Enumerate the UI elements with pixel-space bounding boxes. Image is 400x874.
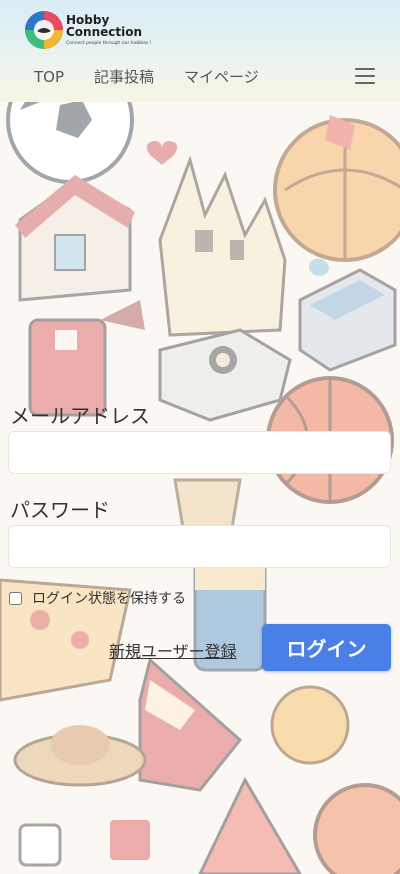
- nav-post-article[interactable]: 記事投稿: [94, 66, 154, 87]
- nav-top[interactable]: TOP: [34, 68, 64, 86]
- logo-mark-icon: [25, 11, 63, 49]
- password-field[interactable]: [8, 525, 391, 568]
- hamburger-menu-icon[interactable]: [355, 68, 375, 84]
- register-link[interactable]: 新規ユーザー登録: [109, 638, 237, 662]
- email-label: メールアドレス: [10, 404, 150, 428]
- main-nav: TOP 記事投稿 マイページ: [34, 66, 289, 87]
- remember-me-checkbox[interactable]: [9, 591, 22, 605]
- login-button[interactable]: ログイン: [262, 624, 391, 671]
- site-logo[interactable]: Hobby Connection Connect people through …: [24, 9, 152, 51]
- logo-tagline: Connect people through our hobbies !: [66, 41, 152, 46]
- email-field[interactable]: [8, 431, 391, 474]
- password-label: パスワード: [10, 498, 110, 522]
- remember-me-label: ログイン状態を保持する: [32, 591, 186, 607]
- site-header: Hobby Connection Connect people through …: [0, 0, 400, 102]
- remember-me: ログイン状態を保持する: [9, 588, 186, 608]
- nav-my-page[interactable]: マイページ: [184, 66, 259, 87]
- logo-title: Hobby Connection: [66, 13, 143, 39]
